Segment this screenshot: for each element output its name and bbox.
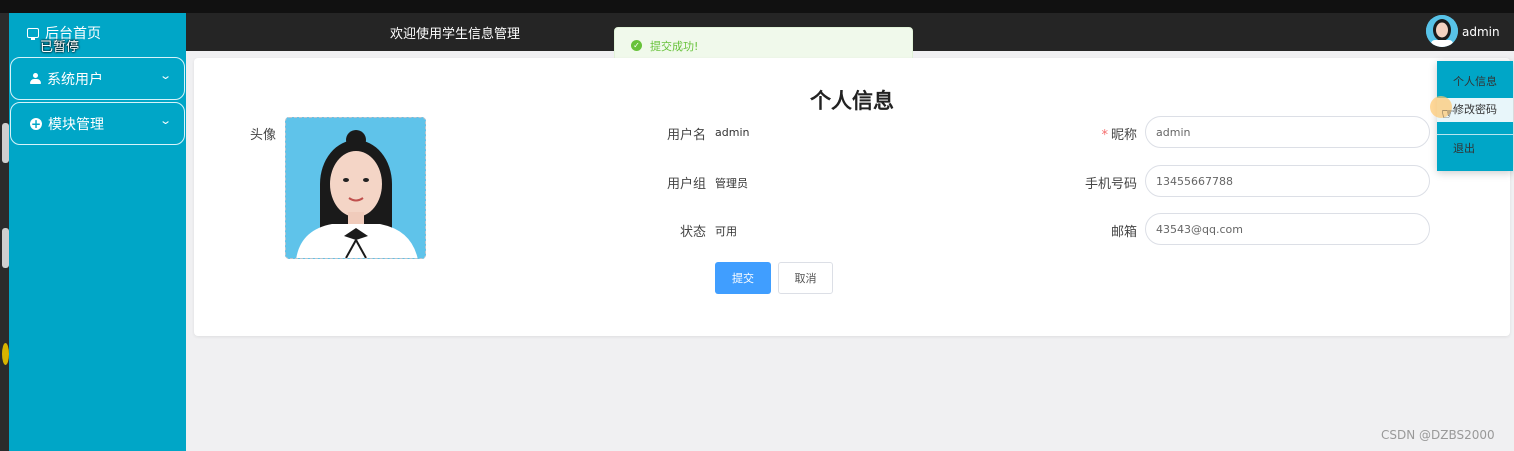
paused-overlay: 已暂停 [40, 40, 80, 55]
user-icon [30, 73, 41, 84]
avatar-upload[interactable] [285, 117, 426, 259]
avatar-portrait [1426, 15, 1458, 47]
desktop-icon [2, 343, 9, 365]
nickname-field[interactable] [1145, 116, 1430, 148]
sidebar-item-module-management[interactable]: + 模块管理 ⌄ [10, 102, 185, 145]
avatar[interactable] [1426, 15, 1458, 47]
phone-field[interactable] [1145, 165, 1430, 197]
header-title: 欢迎使用学生信息管理 [390, 27, 521, 42]
group-label: 用户组 [666, 177, 706, 192]
watermark: CSDN @DZBS2000 [1381, 428, 1495, 442]
username-value: admin [715, 126, 750, 139]
status-value: 可用 [715, 225, 737, 238]
sidebar: 后台首页 已暂停 系统用户 ⌄ + 模块管理 ⌄ [9, 13, 186, 451]
submit-button[interactable]: 提交 [715, 262, 771, 294]
page-title: 个人信息 [810, 89, 894, 113]
menu-item-logout[interactable]: 退出 [1437, 137, 1513, 161]
desktop-left-strip [0, 13, 9, 451]
username-label: 用户名 [666, 128, 706, 143]
avatar-label: 头像 [249, 128, 276, 143]
email-label: 邮箱 [1110, 225, 1137, 240]
chevron-down-icon: ⌄ [158, 69, 172, 82]
chevron-down-icon: ⌄ [158, 114, 172, 127]
desktop-top-strip [0, 0, 1514, 13]
desktop-icon [2, 123, 9, 163]
sidebar-item-system-users[interactable]: 系统用户 ⌄ [10, 57, 185, 100]
required-asterisk: * [1101, 128, 1108, 143]
profile-photo [286, 118, 425, 258]
desktop-icon [2, 228, 9, 268]
sidebar-item-label: 系统用户 [47, 71, 103, 88]
menu-divider [1437, 134, 1513, 135]
sidebar-item-label: 模块管理 [48, 116, 104, 133]
monitor-icon [27, 28, 39, 40]
check-circle-icon: ✓ [631, 40, 642, 51]
phone-label: 手机号码 [1084, 177, 1137, 192]
email-field[interactable] [1145, 213, 1430, 245]
cancel-button[interactable]: 取消 [778, 262, 833, 294]
nickname-label-text: 昵称 [1110, 128, 1137, 143]
nickname-label: * 昵称 [1060, 124, 1137, 143]
group-value: 管理员 [715, 177, 748, 190]
header-username[interactable]: admin [1462, 25, 1500, 39]
profile-card: 个人信息 头像 用户名 admin 用户组 管理员 状态 可用 *昵称 手机号码… [194, 58, 1510, 336]
menu-item-profile[interactable]: 个人信息 [1437, 70, 1513, 94]
hand-cursor-icon: ☞ [1441, 104, 1456, 123]
toast-message: 提交成功! [650, 39, 699, 53]
plus-circle-icon: + [30, 116, 42, 131]
status-label: 状态 [679, 225, 706, 240]
